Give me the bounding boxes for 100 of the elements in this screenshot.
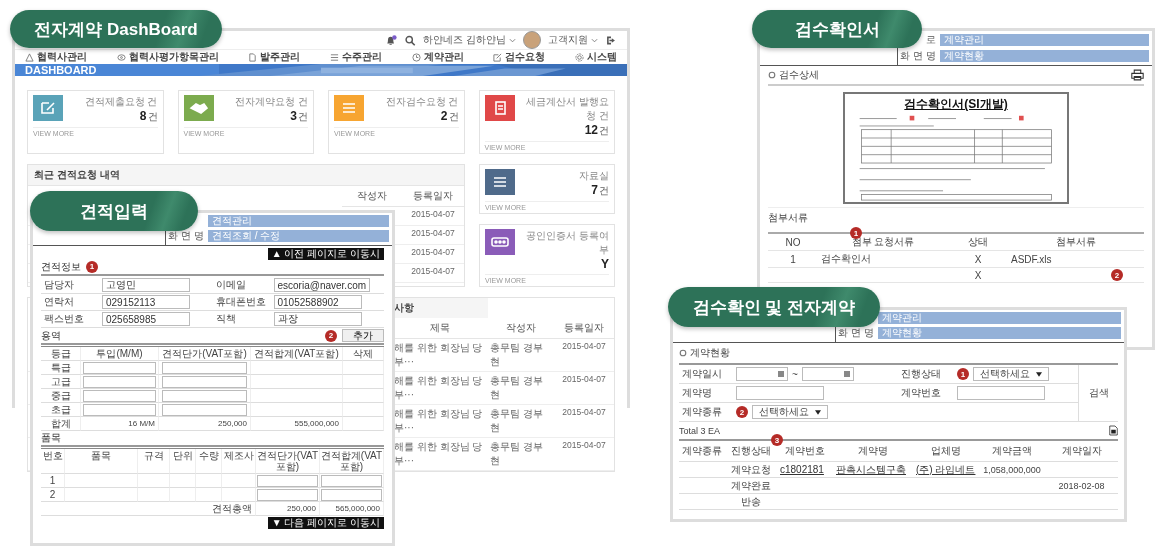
nav-item[interactable]: 수주관리: [341, 50, 382, 64]
nav-item[interactable]: 협력사평가항목관리: [128, 50, 219, 64]
input-field[interactable]: [82, 375, 157, 388]
nav-item[interactable]: 협력사관리: [37, 50, 87, 64]
input-field[interactable]: 029152113: [102, 295, 190, 309]
nav-item[interactable]: 시스템: [586, 50, 617, 64]
previous-page-button[interactable]: ▲ 이전 페이지로 이동시: [267, 248, 384, 260]
date-field[interactable]: [736, 367, 788, 381]
search-icon[interactable]: [404, 34, 417, 46]
field-label: 이메일: [212, 277, 271, 294]
table-cell-text: 1: [789, 252, 797, 267]
count-unit: 건: [147, 110, 158, 124]
contract-name-link[interactable]: 판촉시스템구축: [836, 462, 906, 477]
table-cell-text: X: [973, 252, 983, 267]
breadcrumb-bar: 계약관리: [878, 312, 1121, 324]
breadcrumb-bar: 계약현황: [878, 327, 1121, 339]
contract-number-link[interactable]: c1802181: [780, 464, 824, 475]
column-header: 삭제: [343, 347, 384, 361]
logout-icon[interactable]: [605, 34, 617, 46]
step-badge: 2: [736, 406, 748, 418]
next-page-button[interactable]: ▼ 다음 페이지로 이동시: [267, 517, 384, 529]
section-title: 검수확인 및 전자계약: [668, 287, 880, 327]
company-link[interactable]: (주) 라임네트: [916, 462, 976, 477]
input-field[interactable]: [161, 403, 248, 416]
table-cell: 565,000,000: [320, 502, 384, 516]
table-cell: 2015-04-07: [402, 264, 464, 283]
section-title: 검수확인서: [752, 10, 922, 48]
document-title: 검수확인서(SI개발): [904, 97, 1008, 111]
input-field[interactable]: [82, 361, 157, 374]
input-field[interactable]: 01052588902: [273, 295, 362, 309]
column-header: 수량: [196, 449, 222, 474]
input-field[interactable]: 고영민: [102, 278, 190, 292]
caret-icon: [815, 409, 821, 415]
column-header: 등록일자: [402, 186, 464, 207]
count-unit: 건: [448, 110, 459, 124]
table-cell: 2018-02-08: [1045, 478, 1118, 494]
breadcrumb-bar: 견적관리: [208, 215, 389, 227]
input-field[interactable]: [161, 389, 248, 402]
table-cell: 250,000: [256, 502, 320, 516]
circle-icon: [768, 71, 776, 79]
status-select[interactable]: 선택하세요: [973, 367, 1049, 381]
nav-item[interactable]: 발주관리: [260, 50, 301, 64]
card-count: 3: [290, 109, 297, 123]
table-cell: 계약요청: [725, 462, 777, 478]
table-cell: 총무팀 경부현: [488, 405, 554, 438]
input-field[interactable]: 025658985: [102, 312, 190, 326]
count-unit: 건: [599, 184, 609, 198]
field-label: 로: [925, 33, 936, 47]
excel-icon[interactable]: [1109, 425, 1118, 436]
avatar[interactable]: [523, 31, 541, 49]
section-heading: 계약현황: [690, 346, 730, 360]
field-label: 화 면 명: [167, 229, 204, 243]
input-field[interactable]: [161, 361, 248, 374]
input-field[interactable]: [161, 375, 248, 388]
table-cell: 16 M/M: [81, 417, 159, 431]
table-cell: 2015-04-07: [554, 405, 614, 438]
input-field[interactable]: 과장: [273, 312, 362, 326]
column-header: 등록일자: [554, 318, 614, 339]
table-cell: 1: [41, 474, 65, 488]
card-count: 2: [440, 109, 448, 123]
search-button[interactable]: 검색: [1082, 385, 1115, 401]
breadcrumb-bar: 계약현황: [940, 50, 1149, 62]
column-header: 투입(M/M): [81, 347, 159, 361]
bell-icon[interactable]: [385, 34, 398, 46]
column-header: 작성자: [342, 186, 402, 207]
step-badge: 1: [850, 227, 862, 239]
caret-icon[interactable]: [591, 37, 598, 43]
support-menu[interactable]: 고객지원: [548, 33, 588, 47]
type-select[interactable]: 선택하세요: [752, 405, 828, 419]
caret-icon[interactable]: [509, 37, 516, 43]
field-label: 계약종류: [679, 403, 733, 422]
calendar-icon[interactable]: [843, 371, 850, 377]
input-field[interactable]: [82, 389, 157, 402]
input-field[interactable]: [320, 488, 383, 501]
date-field[interactable]: [801, 367, 854, 381]
table-cell: 2015-04-07: [402, 207, 464, 226]
input-field[interactable]: [82, 403, 157, 416]
add-button[interactable]: 추가: [342, 329, 384, 342]
input-field[interactable]: [256, 474, 319, 487]
input-field[interactable]: [320, 474, 383, 487]
table-cell: [343, 403, 384, 417]
card-label: 견적제출요청 건: [84, 95, 158, 109]
table-cell: 총무팀 경부현: [488, 372, 554, 405]
print-icon[interactable]: [1131, 69, 1144, 81]
step-badge: 1: [957, 368, 969, 380]
field-label: 화 면 명: [837, 326, 874, 340]
input-field[interactable]: [736, 386, 824, 400]
input-field[interactable]: escoria@naver.com: [273, 278, 371, 292]
user-menu[interactable]: 하얀네즈 김하얀님: [423, 33, 506, 47]
column-header: 첨부 요청서류: [850, 236, 916, 249]
table-cell: 고급: [41, 375, 81, 389]
table-cell: 250,000: [159, 417, 251, 431]
nav-item[interactable]: 계약관리: [423, 50, 464, 64]
field-label: 팩스번호: [41, 311, 99, 328]
breadcrumb-bar: 견적조회 / 수정: [208, 230, 389, 242]
input-field[interactable]: [256, 488, 319, 501]
nav-item[interactable]: 검수요청: [505, 50, 546, 64]
field-label: 계약일시: [679, 365, 733, 384]
input-field[interactable]: [957, 386, 1045, 400]
table-cell: 2015-04-07: [554, 339, 614, 372]
